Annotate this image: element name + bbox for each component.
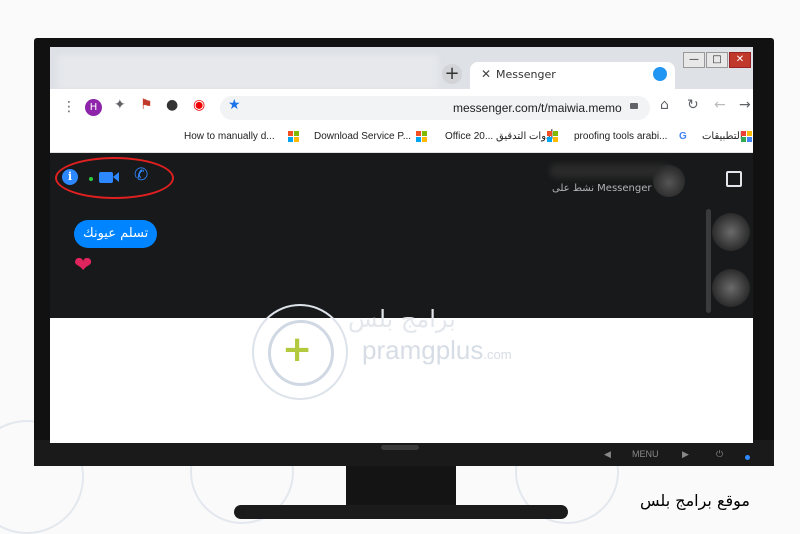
site-caption: موقع برامج بلس bbox=[640, 491, 750, 510]
watermark-arabic: برامج بلس bbox=[348, 305, 456, 333]
apps-grid-icon[interactable] bbox=[741, 131, 753, 143]
monitor-screen: + ✕ Messenger — □ ✕ ⋮ H ✦ ⚑ ● ◉ ★ messen… bbox=[50, 47, 753, 443]
blurred-tabs bbox=[58, 55, 438, 89]
compose-icon[interactable] bbox=[726, 171, 742, 187]
bookmark-item[interactable]: proofing tools arabi... bbox=[574, 131, 667, 142]
bookmark-item[interactable]: Office 20... bbox=[445, 131, 493, 142]
tab-close-icon[interactable]: ✕ bbox=[481, 67, 491, 81]
video-call-icon bbox=[113, 172, 119, 182]
monitor-menu-button[interactable]: MENU bbox=[632, 449, 659, 459]
video-call-icon[interactable] bbox=[99, 172, 113, 183]
monitor-speaker bbox=[381, 445, 419, 450]
tab-title: Messenger bbox=[496, 68, 556, 81]
contact-name-redacted bbox=[550, 164, 670, 178]
watermark-brand: pramgplus.com bbox=[362, 335, 512, 366]
monitor-stand-neck bbox=[346, 466, 456, 510]
bookmark-star-icon[interactable]: ★ bbox=[228, 97, 241, 113]
monitor-power-led bbox=[745, 455, 750, 460]
google-icon: G bbox=[679, 131, 687, 142]
watermark-brand-suffix: .com bbox=[483, 347, 512, 362]
home-icon[interactable]: ⌂ bbox=[660, 97, 669, 113]
pdf-extension-icon[interactable]: ⚑ bbox=[140, 97, 153, 113]
lock-icon[interactable] bbox=[630, 103, 638, 109]
chat-thumbnail[interactable] bbox=[712, 213, 750, 251]
scrollbar[interactable] bbox=[706, 209, 711, 313]
phone-call-icon[interactable]: ✆ bbox=[134, 165, 148, 185]
monitor-stand-base bbox=[234, 505, 568, 519]
maximize-button[interactable]: □ bbox=[706, 52, 728, 68]
minimize-button[interactable]: — bbox=[683, 52, 705, 68]
bookmark-item[interactable]: أدوات التدقيق bbox=[496, 131, 553, 142]
new-tab-button[interactable]: + bbox=[442, 64, 462, 84]
monitor-power-button[interactable]: ⏻ bbox=[716, 449, 723, 459]
bookmark-item[interactable]: التطبيقات bbox=[702, 131, 743, 142]
bookmark-item[interactable]: How to manually d... bbox=[184, 131, 275, 142]
heart-reaction-icon: ❤ bbox=[74, 253, 93, 278]
contact-status: نشط على Messenger bbox=[552, 183, 652, 194]
profile-avatar[interactable]: H bbox=[85, 99, 102, 116]
bookmark-item[interactable]: Download Service P... bbox=[314, 131, 411, 142]
menu-kebab-icon[interactable]: ⋮ bbox=[62, 99, 76, 115]
forward-icon[interactable]: ← bbox=[714, 97, 726, 113]
url-text: messenger.com/t/maiwia.memo bbox=[453, 101, 622, 115]
incognito-icon[interactable]: ● bbox=[166, 97, 178, 113]
contact-avatar[interactable] bbox=[653, 165, 685, 197]
extensions-icon[interactable]: ✦ bbox=[114, 97, 126, 113]
message-bubble[interactable]: تسلم عيونك bbox=[74, 220, 158, 248]
opera-icon[interactable]: ◉ bbox=[193, 97, 205, 113]
monitor-left-button[interactable]: ◀ bbox=[604, 449, 611, 459]
close-button[interactable]: ✕ bbox=[729, 52, 751, 68]
info-icon[interactable]: i bbox=[62, 169, 78, 185]
chat-thumbnail[interactable] bbox=[712, 269, 750, 307]
microsoft-icon bbox=[416, 131, 428, 143]
microsoft-icon bbox=[288, 131, 300, 143]
monitor-right-button[interactable]: ▶ bbox=[682, 449, 689, 459]
watermark-plus-icon: + bbox=[282, 329, 313, 370]
messenger-favicon-icon bbox=[653, 67, 667, 81]
monitor-bezel bbox=[34, 440, 774, 466]
reload-icon[interactable]: ↻ bbox=[687, 97, 699, 113]
active-dot bbox=[89, 177, 93, 181]
microsoft-icon bbox=[547, 131, 559, 143]
back-icon[interactable]: → bbox=[739, 97, 751, 113]
watermark-brand-name: pramgplus bbox=[362, 335, 484, 365]
